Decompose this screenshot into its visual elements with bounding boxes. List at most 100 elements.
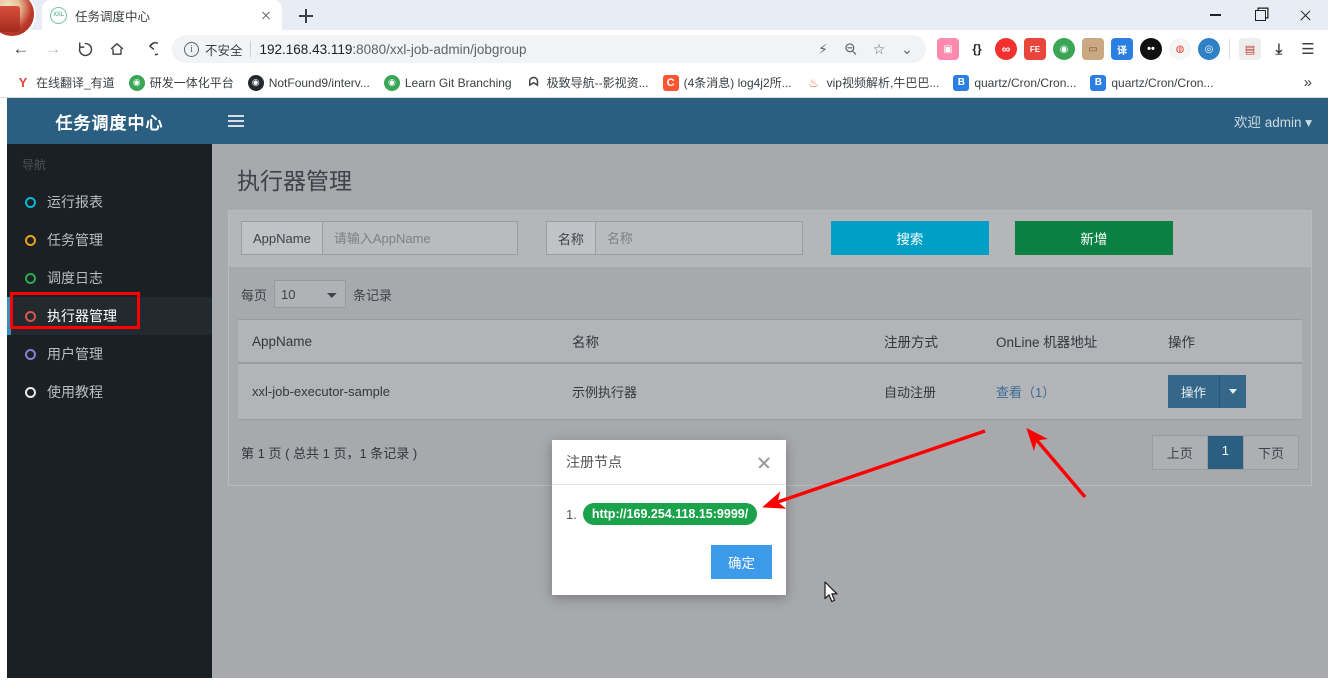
circle-icon xyxy=(25,310,36,322)
th-actions[interactable]: 操作 xyxy=(1154,319,1302,364)
box-extension-icon[interactable]: ▭ xyxy=(1082,38,1104,60)
action-button[interactable]: 操作 xyxy=(1168,375,1221,408)
security-label: 不安全 xyxy=(205,43,243,58)
bookmark-item[interactable]: Y 在线翻译_有道 xyxy=(8,71,122,95)
bookmark-label: 在线翻译_有道 xyxy=(36,76,115,90)
book-icon: B xyxy=(1090,74,1107,91)
minimize-icon[interactable] xyxy=(1193,0,1238,30)
infinity-extension-icon[interactable]: ∞ xyxy=(995,38,1017,60)
adblock-extension-icon[interactable]: •• xyxy=(1140,38,1162,60)
pagination-next[interactable]: 下页 xyxy=(1243,436,1298,469)
modal-body: 1. http://169.254.118.15:9999/ xyxy=(552,485,786,535)
welcome-label: 欢迎 admin xyxy=(1233,115,1302,130)
omnibox-divider xyxy=(249,41,251,57)
hamburger-icon[interactable] xyxy=(228,115,244,127)
circle-icon xyxy=(25,234,36,246)
chevron-down-icon xyxy=(1229,389,1238,394)
modal-footer: 确定 xyxy=(552,535,786,595)
json-formatter-extension-icon[interactable]: {} xyxy=(966,38,988,60)
browser-toolbar: ← → i 不安全 192.168.43.119:8080/xxl-job-ad… xyxy=(0,30,1328,68)
cell-appname: xxl-job-executor-sample xyxy=(238,363,558,420)
extension-icons: ▣ {} ∞ FE ◉ ▭ 译 •• ◍ ◎ ▤ ⤓ ☰ xyxy=(934,38,1322,60)
history-back-icon[interactable] xyxy=(134,34,164,64)
bookmark-item[interactable]: ◉ Learn Git Branching xyxy=(377,71,519,95)
sidebar-item-tutorial[interactable]: 使用教程 xyxy=(7,373,212,411)
bookmark-label: NotFound9/interv... xyxy=(268,75,370,90)
home-icon[interactable] xyxy=(102,34,132,64)
address-bar[interactable]: i 不安全 192.168.43.119:8080/xxl-job-admin/… xyxy=(172,35,926,63)
bookmark-label: 极致导航--影视资... xyxy=(546,76,649,90)
chrome-extension-icon[interactable]: ◍ xyxy=(1169,38,1191,60)
page-viewport: 任务调度中心 导航 运行报表 任务管理 调度日志 执行器管理 用户管理 使用教程… xyxy=(0,98,1328,683)
executor-table: AppName 名称 注册方式 OnLine 机器地址 操作 xxl-job-e… xyxy=(238,319,1302,420)
browser-tab[interactable]: XXL 任务调度中心 xyxy=(42,0,282,30)
add-button[interactable]: 新增 xyxy=(1014,221,1173,255)
back-icon[interactable]: ← xyxy=(6,34,36,64)
modal-confirm-button[interactable]: 确定 xyxy=(711,545,772,579)
earth-extension-icon[interactable]: ◉ xyxy=(1053,38,1075,60)
circle-icon xyxy=(25,196,36,208)
appname-label: AppName xyxy=(241,221,322,255)
name-input[interactable] xyxy=(594,221,803,255)
sidebar-item-user-manage[interactable]: 用户管理 xyxy=(7,335,212,373)
view-nodes-link[interactable]: 查看（1） xyxy=(996,385,1055,400)
bookmarks-overflow-icon[interactable]: » xyxy=(1296,74,1320,91)
th-online-address[interactable]: OnLine 机器地址 xyxy=(982,319,1154,364)
zoom-out-icon[interactable] xyxy=(838,36,864,62)
page-size-select[interactable]: 10 xyxy=(274,280,347,308)
forward-icon[interactable]: → xyxy=(38,34,68,64)
pagination-prev[interactable]: 上页 xyxy=(1152,436,1208,469)
sidebar-item-run-report[interactable]: 运行报表 xyxy=(7,183,212,221)
tab-favicon-icon: XXL xyxy=(50,6,67,24)
node-index: 1. xyxy=(566,506,577,522)
modal-close-icon[interactable] xyxy=(756,454,772,470)
globe-icon: ◉ xyxy=(128,74,145,91)
pagination: 上页 1 下页 xyxy=(1151,435,1299,470)
flash-icon[interactable]: ⚡ xyxy=(810,36,836,62)
bookmark-item[interactable]: C (4条消息) log4j2所... xyxy=(656,71,799,95)
pagination-page-1[interactable]: 1 xyxy=(1207,436,1244,469)
bilibili-extension-icon[interactable]: ▣ xyxy=(937,38,959,60)
node-address-badge: http://169.254.118.15:9999/ xyxy=(582,503,758,525)
tab-close-icon[interactable] xyxy=(258,7,274,23)
reload-icon[interactable] xyxy=(70,34,100,64)
user-menu[interactable]: 欢迎 admin ▾ xyxy=(1234,111,1312,131)
appname-field-group: AppName xyxy=(241,221,518,255)
url-host: 192.168.43.119 xyxy=(259,41,353,57)
maximize-icon[interactable] xyxy=(1238,0,1283,30)
download-icon[interactable]: ⤓ xyxy=(1268,38,1290,60)
star-icon[interactable]: ☆ xyxy=(866,36,892,62)
window-controls xyxy=(1193,0,1328,30)
capture-extension-icon[interactable]: ◎ xyxy=(1198,38,1220,60)
bookmark-item[interactable]: Bquartz/Cron/Cron... xyxy=(1083,71,1220,95)
search-button[interactable]: 搜索 xyxy=(830,221,989,255)
bookmark-item[interactable]: ♨ vip视频解析,牛巴巴... xyxy=(799,71,947,95)
sidebar-item-label: 使用教程 xyxy=(47,384,103,400)
th-name[interactable]: 名称 xyxy=(558,319,870,364)
bookmark-item[interactable]: Bquartz/Cron/Cron... xyxy=(946,71,1083,95)
th-register-type[interactable]: 注册方式 xyxy=(870,319,982,364)
th-appname[interactable]: AppName xyxy=(238,319,558,364)
appname-input[interactable] xyxy=(321,221,518,255)
chevron-down-icon[interactable]: ⌄ xyxy=(894,36,920,62)
bookmark-label: 研发一体化平台 xyxy=(149,76,234,90)
sidebar-item-executor-manage[interactable]: 执行器管理 xyxy=(7,297,212,335)
main-content: 执行器管理 AppName 名称 搜索 新增 xyxy=(212,144,1328,678)
bookmark-label: quartz/Cron/Cron... xyxy=(1111,75,1214,90)
close-icon[interactable] xyxy=(1283,0,1328,30)
sidebar-item-schedule-log[interactable]: 调度日志 xyxy=(7,259,212,297)
browser-window: XXL 任务调度中心 ← → i 不安全 192.168.43.119:8080… xyxy=(0,0,1328,683)
sidebar-item-job-manage[interactable]: 任务管理 xyxy=(7,221,212,259)
pdf-extension-icon[interactable]: ▤ xyxy=(1239,38,1261,60)
translate-extension-icon[interactable]: 译 xyxy=(1111,38,1133,60)
site-info-icon[interactable]: i xyxy=(184,41,199,57)
chrome-menu-icon[interactable]: ☰ xyxy=(1297,38,1319,60)
bookmark-item[interactable]: ᗣ 极致导航--影视资... xyxy=(519,71,656,95)
bookmark-item[interactable]: ◉ NotFound9/interv... xyxy=(241,71,377,95)
action-dropdown-toggle[interactable] xyxy=(1220,375,1247,408)
length-prefix-label: 每页 xyxy=(241,287,268,303)
new-tab-button[interactable] xyxy=(292,2,320,30)
bookmark-item[interactable]: ◉ 研发一体化平台 xyxy=(122,71,241,95)
fe-helper-extension-icon[interactable]: FE xyxy=(1024,38,1046,60)
bookmark-label: vip视频解析,牛巴巴... xyxy=(826,76,940,90)
